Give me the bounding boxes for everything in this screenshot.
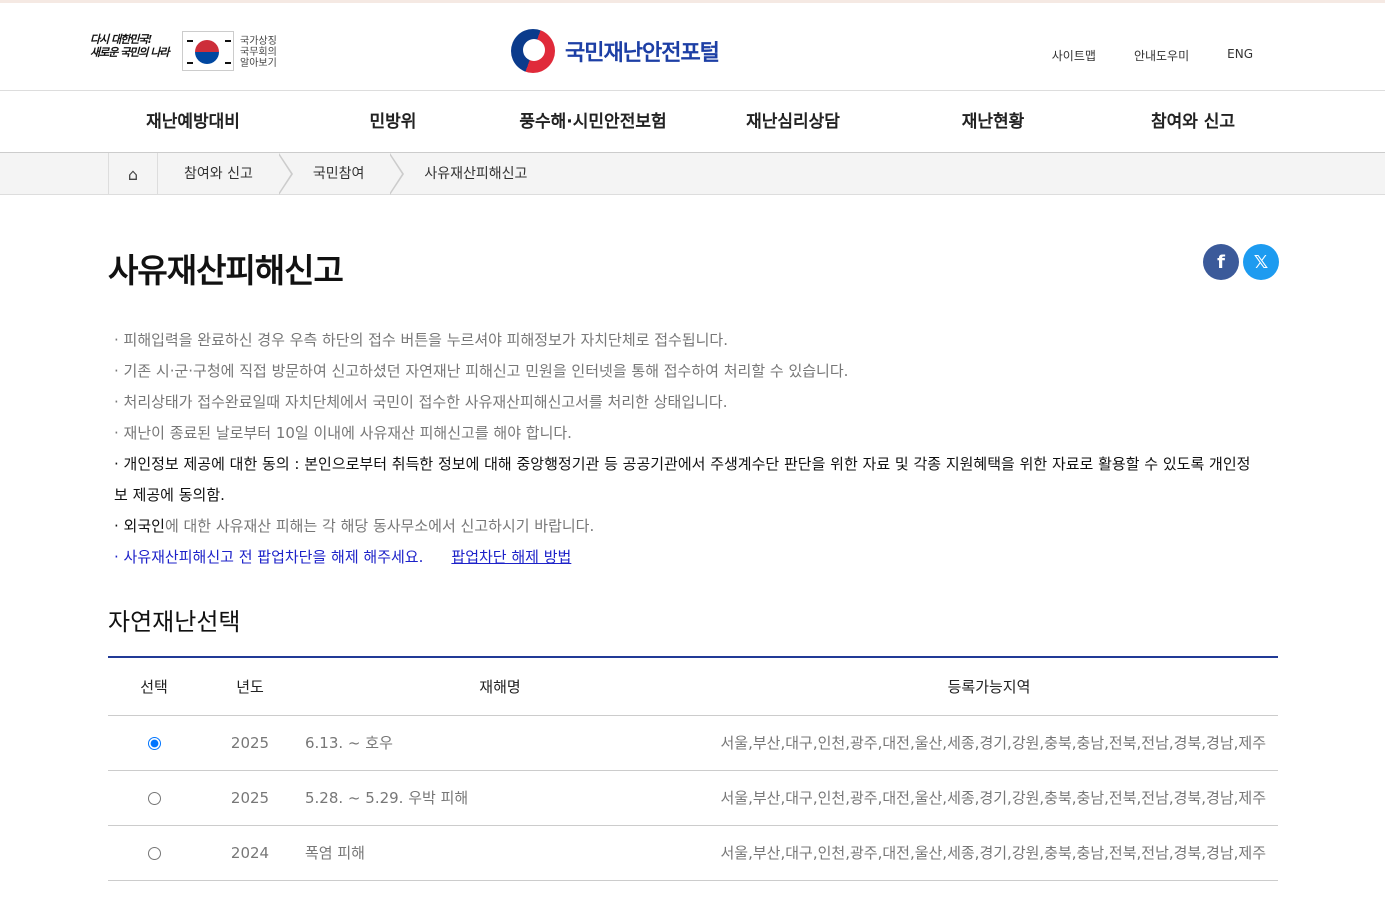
region-cell: 서울,부산,대구,인천,광주,대전,울산,세종,경기,강원,충북,충남,전북,전…: [700, 825, 1278, 881]
table-row[interactable]: 2025 5.28. ~ 5.29. 우박 피해 서울,부산,대구,인천,광주,…: [108, 770, 1278, 826]
section-title: 자연재난선택: [108, 608, 241, 636]
region-cell: 서울,부산,대구,인천,광주,대전,울산,세종,경기,강원,충북,충남,전북,전…: [700, 715, 1278, 771]
nav-item-disaster-status[interactable]: 재난현황: [893, 91, 1093, 152]
gov-text-line: 국가상징: [240, 36, 277, 47]
national-symbol-link[interactable]: 국가상징 국무회의 알아보기: [240, 36, 277, 69]
x-share-icon[interactable]: 𝕏: [1243, 244, 1279, 280]
breadcrumb-separator-icon: [277, 153, 301, 195]
disaster-radio[interactable]: [147, 737, 161, 750]
column-header-year: 년도: [200, 657, 300, 716]
disaster-selection-table: 선택 년도 재해명 등록가능지역 2025 6.13. ~ 호우 서울,부산,대…: [108, 656, 1278, 881]
share-buttons: f 𝕏: [1203, 244, 1279, 280]
trigram-mark: [187, 62, 193, 64]
table-header-row: 선택 년도 재해명 등록가능지역: [108, 657, 1278, 716]
breadcrumb-item-current[interactable]: 사유재산피해신고: [412, 153, 537, 195]
popup-notice: · 사유재산피해신고 전 팝업차단을 해제 해주세요. 팝업차단 해제 방법: [114, 542, 1254, 573]
sitemap-link[interactable]: 사이트맵: [1052, 47, 1096, 64]
foreigner-label: · 외국인: [114, 517, 165, 535]
popup-unblock-guide-link[interactable]: 팝업차단 해제 방법: [451, 548, 571, 566]
notice-item: · 재난이 종료된 날로부터 10일 이내에 사유재산 피해신고를 해야 합니다…: [114, 424, 572, 442]
nav-item-participation[interactable]: 참여와 신고: [1093, 91, 1293, 152]
site-logo-text: 국민재난안전포털: [565, 41, 720, 66]
region-cell: 서울,부산,대구,인천,광주,대전,울산,세종,경기,강원,충북,충남,전북,전…: [700, 770, 1278, 826]
gov-text-line: 국무회의: [240, 47, 277, 58]
site-logo[interactable]: 국민재난안전포털: [511, 28, 720, 74]
breadcrumb-separator-icon: [389, 153, 412, 195]
gov-text-line: 알아보기: [240, 58, 277, 69]
main-navigation: 재난예방대비 민방위 풍수해·시민안전보험 재난심리상담 재난현황 참여와 신고: [0, 91, 1385, 153]
popup-notice-text: · 사유재산피해신고 전 팝업차단을 해제 해주세요.: [114, 548, 424, 566]
nav-item-disaster-prevention[interactable]: 재난예방대비: [93, 91, 293, 152]
utility-links: 사이트맵 안내도우미 ENG: [1052, 47, 1253, 64]
guide-helper-link[interactable]: 안내도우미: [1134, 47, 1189, 64]
trigram-mark: [225, 40, 231, 42]
table-row[interactable]: 2024 폭염 피해 서울,부산,대구,인천,광주,대전,울산,세종,경기,강원…: [108, 825, 1278, 881]
slogan-logo[interactable]: 다시 대한민국! 새로운 국민의 나라: [90, 33, 180, 69]
national-flag-emblem[interactable]: [182, 31, 234, 71]
site-header: 다시 대한민국! 새로운 국민의 나라 국가상징 국무회의 알아보기 국민재난안…: [0, 3, 1385, 91]
column-header-select: 선택: [108, 657, 200, 716]
notice-item: · 피해입력을 완료하신 경우 우측 하단의 접수 버튼을 누르셔야 피해정보가…: [114, 331, 728, 349]
slogan-line-1: 다시 대한민국!: [90, 33, 152, 46]
column-header-region: 등록가능지역: [700, 657, 1278, 716]
disaster-radio[interactable]: [147, 792, 161, 805]
page-title: 사유재산피해신고: [108, 251, 344, 290]
facebook-share-icon[interactable]: f: [1203, 244, 1239, 280]
select-cell: [108, 770, 200, 826]
breadcrumb-item[interactable]: 국민참여: [301, 153, 391, 195]
select-cell: [108, 715, 200, 771]
notice-item: · 기존 시·군·구청에 직접 방문하여 신고하셨던 자연재난 피해신고 민원을…: [114, 362, 849, 380]
government-logo-icon: [511, 29, 555, 73]
nav-item-counseling[interactable]: 재난심리상담: [693, 91, 893, 152]
taegeuk-icon: [195, 40, 219, 64]
nav-item-civil-defense[interactable]: 민방위: [293, 91, 493, 152]
trigram-mark: [187, 40, 193, 42]
year-cell: 2025: [200, 715, 300, 771]
foreigner-notice: 에 대한 사유재산 피해는 각 해당 동사무소에서 신고하시기 바랍니다.: [164, 517, 595, 535]
notice-item: · 처리상태가 접수완료일때 자치단체에서 국민이 접수한 사유재산피해신고서를…: [114, 393, 728, 411]
select-cell: [108, 825, 200, 881]
english-link[interactable]: ENG: [1227, 47, 1253, 64]
disaster-name-cell: 5.28. ~ 5.29. 우박 피해: [300, 770, 700, 826]
column-header-disaster-name: 재해명: [300, 657, 700, 716]
disaster-name-cell: 6.13. ~ 호우: [300, 715, 700, 771]
year-cell: 2025: [200, 770, 300, 826]
notice-list: · 피해입력을 완료하신 경우 우측 하단의 접수 버튼을 누르셔야 피해정보가…: [114, 325, 1254, 573]
slogan-line-2: 새로운 국민의 나라: [90, 46, 170, 59]
notice-item: · 외국인에 대한 사유재산 피해는 각 해당 동사무소에서 신고하시기 바랍니…: [114, 511, 1254, 542]
disaster-name-cell: 폭염 피해: [300, 825, 700, 881]
nav-item-insurance[interactable]: 풍수해·시민안전보험: [493, 91, 693, 152]
disaster-radio[interactable]: [147, 847, 161, 860]
trigram-mark: [225, 62, 231, 64]
table-row[interactable]: 2025 6.13. ~ 호우 서울,부산,대구,인천,광주,대전,울산,세종,…: [108, 715, 1278, 771]
home-icon[interactable]: ⌂: [108, 153, 158, 195]
privacy-consent-notice: · 개인정보 제공에 대한 동의 : 본인으로부터 취득한 정보에 대해 중앙행…: [114, 455, 1251, 504]
year-cell: 2024: [200, 825, 300, 881]
breadcrumb: ⌂ 참여와 신고 국민참여 사유재산피해신고: [0, 153, 1385, 195]
breadcrumb-item[interactable]: 참여와 신고: [158, 153, 279, 195]
